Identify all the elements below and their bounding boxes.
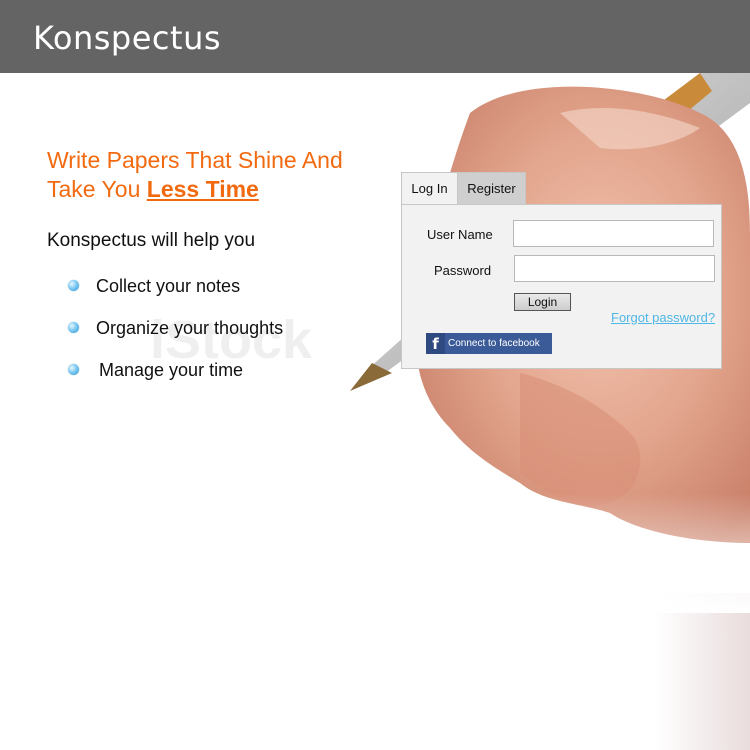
connect-facebook-button[interactable]: f Connect to facebook [426,333,552,354]
tab-login[interactable]: Log In [401,172,458,205]
facebook-button-label: Connect to facebook [448,338,540,349]
hero-headline: Write Papers That Shine And Take You Les… [47,146,387,204]
bullet-icon [68,322,79,333]
password-input[interactable] [514,255,715,282]
headline-emphasis: Less Time [146,176,259,202]
username-input[interactable] [513,220,714,247]
hero-subhead: Konspectus will help you [47,230,256,251]
username-label: User Name [427,227,493,242]
feature-text: Organize your thoughts [96,318,284,338]
app-title[interactable]: Konspectus [33,19,221,57]
facebook-f-icon: f [426,333,445,354]
bullet-icon [68,280,79,291]
password-label: Password [434,263,492,278]
login-panel: User Name Password Login Forgot password… [401,204,722,369]
feature-text: Manage your time [99,360,244,380]
tab-register[interactable]: Register [458,172,526,205]
header-bar: Konspectus [0,0,750,73]
feature-text: Collect your notes [96,276,241,296]
forgot-password-link[interactable]: Forgot password? [611,310,715,325]
bullet-icon [68,364,79,375]
login-button[interactable]: Login [514,293,571,311]
